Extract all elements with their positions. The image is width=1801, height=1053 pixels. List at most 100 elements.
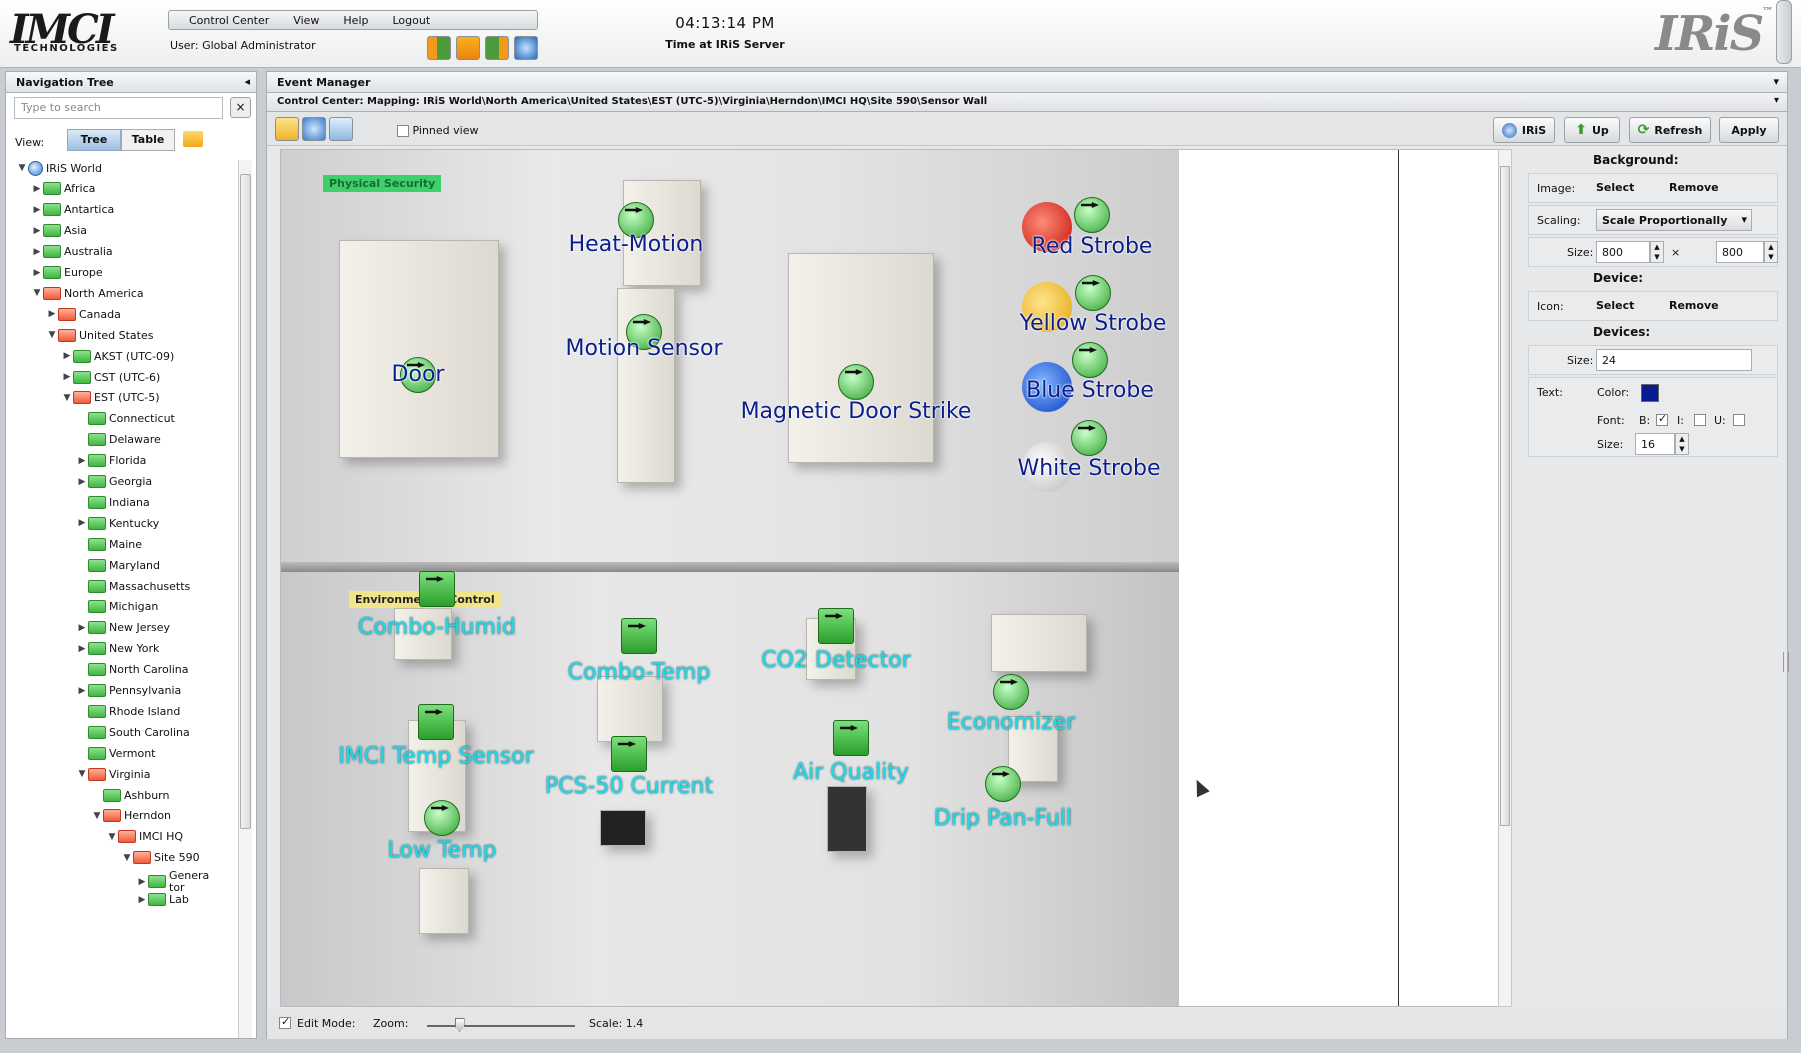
refresh-button[interactable]: ⟳ Refresh — [1629, 117, 1711, 143]
tree-node[interactable]: ▶ Pennsylvania — [76, 681, 181, 701]
menu-view[interactable]: View — [293, 14, 319, 27]
expand-open-icon[interactable]: ▼ — [91, 811, 103, 821]
tree-node[interactable]: Maine — [76, 534, 142, 554]
tree-node[interactable]: ▶ AKST (UTC-09) — [61, 346, 174, 366]
expand-closed-icon[interactable]: ▶ — [61, 372, 73, 382]
tree-scrollbar[interactable] — [238, 160, 252, 1038]
bg-width-spinner[interactable]: ▲ ▼ — [1650, 241, 1664, 263]
underline-checkbox[interactable] — [1733, 414, 1745, 426]
pinned-view-toggle[interactable]: Pinned view — [397, 124, 478, 137]
expand-closed-icon[interactable]: ▶ — [76, 623, 88, 633]
tree-node[interactable]: ▶ Georgia — [76, 472, 152, 492]
expand-closed-icon[interactable]: ▶ — [76, 686, 88, 696]
edit-mode-checkbox[interactable] — [279, 1015, 291, 1029]
device-label[interactable]: Combo-Temp — [568, 660, 711, 685]
icon-remove-button[interactable]: Remove — [1669, 299, 1719, 312]
device-icon[interactable] — [424, 800, 460, 836]
tree-node[interactable]: Indiana — [76, 492, 150, 512]
tree-node[interactable]: ▶ CST (UTC-6) — [61, 367, 160, 387]
device-icon[interactable] — [838, 364, 874, 400]
expand-closed-icon[interactable]: ▶ — [31, 268, 43, 278]
font-size-input[interactable]: 16 — [1635, 433, 1675, 455]
expand-open-icon[interactable]: ▼ — [121, 853, 133, 863]
tree-node[interactable]: ▼ Herndon — [91, 806, 171, 826]
layout-left-icon[interactable] — [427, 36, 451, 60]
bg-height-input[interactable]: 800 — [1716, 241, 1764, 263]
device-label[interactable]: Red Strobe — [1032, 234, 1153, 259]
tree-node[interactable]: ▼ IRiS World — [16, 158, 102, 178]
device-label[interactable]: Blue Strobe — [1026, 378, 1154, 403]
canvas-scroll-thumb[interactable] — [1500, 166, 1510, 826]
zoom-slider-knob[interactable] — [454, 1018, 465, 1032]
expand-closed-icon[interactable]: ▶ — [31, 226, 43, 236]
zoom-slider[interactable] — [427, 1025, 575, 1027]
collapse-bc-icon[interactable]: ▾ — [1774, 95, 1779, 106]
expand-open-icon[interactable]: ▼ — [46, 330, 58, 340]
view-table-button[interactable]: Table — [121, 129, 175, 151]
expand-open-icon[interactable]: ▼ — [106, 832, 118, 842]
device-icon[interactable] — [1074, 197, 1110, 233]
apply-button[interactable]: Apply — [1719, 117, 1779, 143]
expand-open-icon[interactable]: ▼ — [61, 393, 73, 403]
header-scroll-handle[interactable] — [1776, 0, 1792, 64]
italic-checkbox[interactable] — [1694, 414, 1706, 426]
image-select-button[interactable]: Select — [1596, 181, 1634, 194]
device-icon[interactable] — [1071, 420, 1107, 456]
expand-closed-icon[interactable]: ▶ — [76, 477, 88, 487]
tree-node[interactable]: ▼ IMCI HQ — [106, 827, 183, 847]
device-icon[interactable] — [1072, 342, 1108, 378]
device-label[interactable]: Yellow Strobe — [1020, 311, 1167, 336]
pinned-checkbox[interactable] — [397, 125, 409, 137]
folder-open-icon[interactable] — [183, 131, 203, 147]
cube-icon[interactable] — [302, 117, 326, 141]
tree-node[interactable]: Vermont — [76, 743, 156, 763]
expand-open-icon[interactable]: ▼ — [76, 769, 88, 779]
expand-closed-icon[interactable]: ▶ — [31, 247, 43, 257]
tree-node[interactable]: Massachusetts — [76, 576, 190, 596]
panel-splitter[interactable] — [1783, 652, 1789, 672]
device-label[interactable]: Door — [392, 362, 445, 387]
map-canvas[interactable]: Physical Security Environmental Control … — [280, 149, 1502, 1007]
device-label[interactable]: Motion Sensor — [566, 336, 723, 361]
device-label[interactable]: White Strobe — [1017, 456, 1160, 481]
device-icon[interactable] — [833, 720, 869, 756]
device-icon[interactable] — [1075, 275, 1111, 311]
tree-node[interactable]: ▶ Australia — [31, 242, 113, 262]
tree-node[interactable]: Michigan — [76, 597, 158, 617]
text-color-swatch[interactable] — [1641, 384, 1659, 402]
font-size-spinner[interactable]: ▲ ▼ — [1675, 433, 1689, 455]
tree-scroll-thumb[interactable] — [240, 174, 251, 829]
menu-help[interactable]: Help — [343, 14, 368, 27]
view-tree-button[interactable]: Tree — [67, 129, 121, 151]
tree-node[interactable]: ▼ Site 590 — [121, 848, 200, 868]
device-label[interactable]: Drip Pan-Full — [934, 806, 1072, 831]
device-label[interactable]: PCS-50 Current — [545, 774, 713, 799]
tree-node[interactable]: ▼ EST (UTC-5) — [61, 388, 160, 408]
device-label[interactable]: Magnetic Door Strike — [741, 399, 972, 424]
menu-control-center[interactable]: Control Center — [189, 14, 269, 27]
device-icon[interactable] — [985, 766, 1021, 802]
tree-node[interactable]: North Carolina — [76, 660, 189, 680]
expand-closed-icon[interactable]: ▶ — [136, 877, 148, 887]
tree-node[interactable]: ▶ New York — [76, 639, 159, 659]
device-icon[interactable] — [611, 736, 647, 772]
tree-node[interactable]: South Carolina — [76, 722, 190, 742]
device-label[interactable]: Low Temp — [388, 838, 497, 863]
devices-size-input[interactable]: 24 — [1596, 349, 1752, 371]
device-label[interactable]: Combo-Humid — [358, 615, 516, 640]
bg-width-input[interactable]: 800 — [1596, 241, 1650, 263]
tree-node[interactable]: ▶ Europe — [31, 263, 103, 283]
expand-closed-icon[interactable]: ▶ — [31, 205, 43, 215]
tree-node[interactable]: Rhode Island — [76, 701, 180, 721]
icon-select-button[interactable]: Select — [1596, 299, 1634, 312]
device-icon[interactable] — [419, 571, 455, 607]
iris-button[interactable]: IRiS — [1493, 117, 1555, 143]
tree-node[interactable]: Connecticut — [76, 409, 175, 429]
image-remove-button[interactable]: Remove — [1669, 181, 1719, 194]
device-icon[interactable] — [418, 704, 454, 740]
device-label[interactable]: Heat-Motion — [569, 232, 704, 257]
layout-right-icon[interactable] — [485, 36, 509, 60]
tree-node[interactable]: ▶ Florida — [76, 451, 146, 471]
tree-node[interactable]: Maryland — [76, 555, 160, 575]
device-label[interactable]: Air Quality — [793, 760, 909, 785]
